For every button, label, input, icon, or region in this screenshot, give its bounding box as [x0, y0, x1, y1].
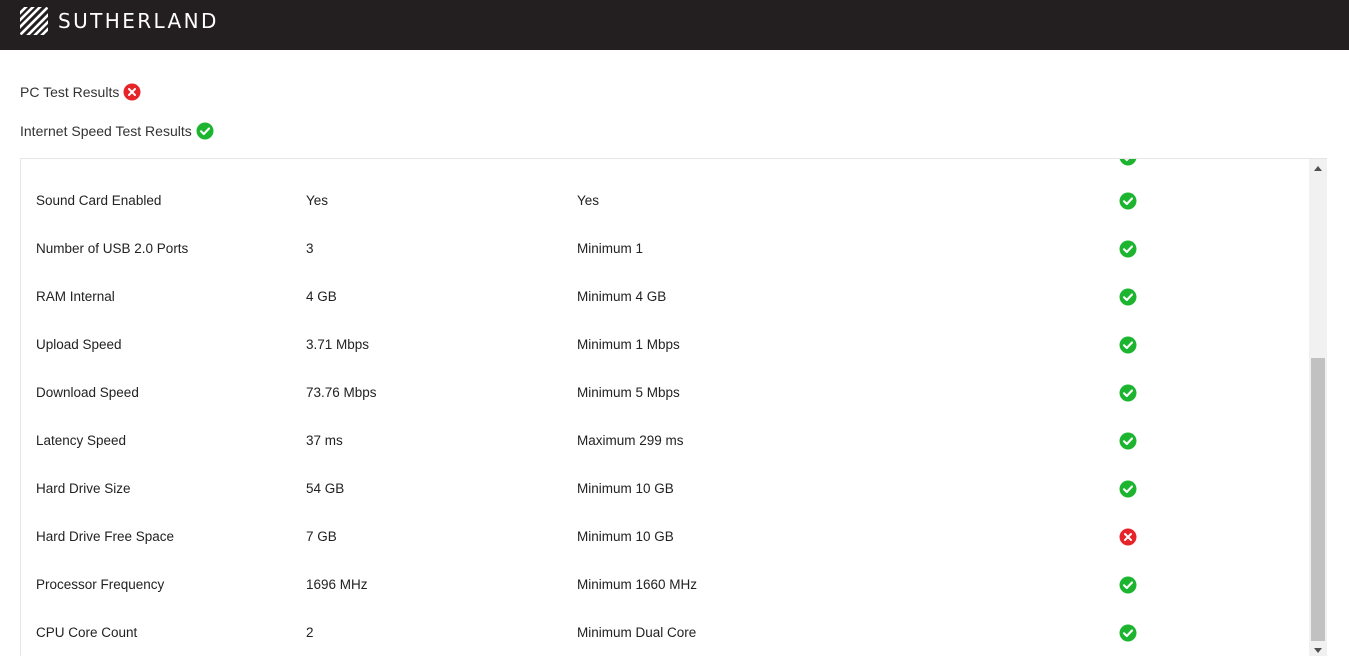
- table-row: RAM Internal 4 GB Minimum 4 GB: [21, 287, 1309, 335]
- test-name: Hard Drive Free Space: [36, 529, 175, 544]
- pass-check-icon: [196, 122, 214, 140]
- table-row: Latency Speed 37 ms Maximum 299 ms: [21, 431, 1309, 479]
- table-row: Upload Speed 3.71 Mbps Minimum 1 Mbps: [21, 335, 1309, 383]
- test-value: 54 GB: [306, 481, 345, 496]
- test-requirement: Minimum 1: [577, 241, 644, 256]
- test-requirement: Yes: [577, 193, 600, 208]
- test-name: Download Speed: [36, 385, 139, 400]
- table-row: Processor Frequency 1696 MHz Minimum 1660 …: [21, 575, 1309, 623]
- fail-x-icon: [123, 83, 141, 101]
- fail-x-icon: [1119, 528, 1137, 546]
- results-table-panel[interactable]: Sound Card Enabled Yes Yes Number of USB 2.…: [20, 158, 1327, 656]
- pass-check-icon: [1119, 192, 1137, 210]
- table-row: Number of USB 2.0 Ports 3 Minimum 1: [21, 239, 1309, 287]
- pass-check-icon: [1119, 240, 1137, 258]
- test-name: Sound Card Enabled: [36, 193, 162, 208]
- test-requirement: Minimum 4 GB: [577, 289, 667, 304]
- test-name: Number of USB 2.0 Ports: [36, 241, 189, 256]
- sutherland-logo[interactable]: SUTHERLAND: [20, 6, 219, 36]
- top-header-bar: SUTHERLAND: [0, 0, 1349, 50]
- test-value: Yes: [306, 193, 329, 208]
- pass-check-icon: [1119, 288, 1137, 306]
- pass-check-icon: [1119, 480, 1137, 498]
- internet-speed-test-results-line: Internet Speed Test Results: [20, 122, 214, 140]
- test-value: 3: [306, 241, 314, 256]
- test-name: RAM Internal: [36, 289, 115, 304]
- table-row: CPU Core Count 2 Minimum Dual Core: [21, 623, 1309, 656]
- test-value: 3.71 Mbps: [306, 337, 370, 352]
- internet-speed-test-results-label: Internet Speed Test Results: [20, 123, 192, 139]
- pass-check-icon: [1119, 576, 1137, 594]
- scroll-down-arrow-icon[interactable]: [1314, 648, 1322, 653]
- table-row: Hard Drive Free Space 7 GB Minimum 10 GB: [21, 527, 1309, 575]
- test-value: 73.76 Mbps: [306, 385, 377, 400]
- test-requirement: Minimum 10 GB: [577, 481, 674, 496]
- pc-test-results-line: PC Test Results: [20, 83, 141, 101]
- test-value: 1696 MHz: [306, 577, 368, 592]
- sutherland-logo-mark-icon: [20, 7, 48, 35]
- table-row: Sound Card Enabled Yes Yes: [21, 191, 1309, 239]
- table-row: Hard Drive Size 54 GB Minimum 10 GB: [21, 479, 1309, 527]
- test-requirement: Minimum 5 Mbps: [577, 385, 680, 400]
- test-requirement: Maximum 299 ms: [577, 433, 684, 448]
- test-requirement: Minimum Dual Core: [577, 625, 697, 640]
- pass-check-icon: [1119, 432, 1137, 450]
- test-value: 7 GB: [306, 529, 337, 544]
- test-value: 2: [306, 625, 314, 640]
- test-name: Processor Frequency: [36, 577, 165, 592]
- brand-name: SUTHERLAND: [58, 9, 219, 33]
- pass-check-icon: [1119, 159, 1137, 166]
- vertical-scrollbar[interactable]: [1309, 159, 1327, 656]
- scrollbar-thumb[interactable]: [1311, 358, 1325, 641]
- pass-check-icon: [1119, 384, 1137, 402]
- test-value: 4 GB: [306, 289, 337, 304]
- test-name: Upload Speed: [36, 337, 122, 352]
- test-requirement: Minimum 10 GB: [577, 529, 674, 544]
- test-value: 37 ms: [306, 433, 343, 448]
- table-row: Download Speed 73.76 Mbps Minimum 5 Mbps: [21, 383, 1309, 431]
- test-requirement: Minimum 1660 MHz: [577, 577, 698, 592]
- pass-check-icon: [1119, 624, 1137, 642]
- pass-check-icon: [1119, 336, 1137, 354]
- test-name: Latency Speed: [36, 433, 127, 448]
- pc-test-results-label: PC Test Results: [20, 84, 120, 100]
- scroll-up-arrow-icon[interactable]: [1314, 166, 1322, 171]
- test-name: CPU Core Count: [36, 625, 138, 640]
- test-name: Hard Drive Size: [36, 481, 131, 496]
- test-requirement: Minimum 1 Mbps: [577, 337, 680, 352]
